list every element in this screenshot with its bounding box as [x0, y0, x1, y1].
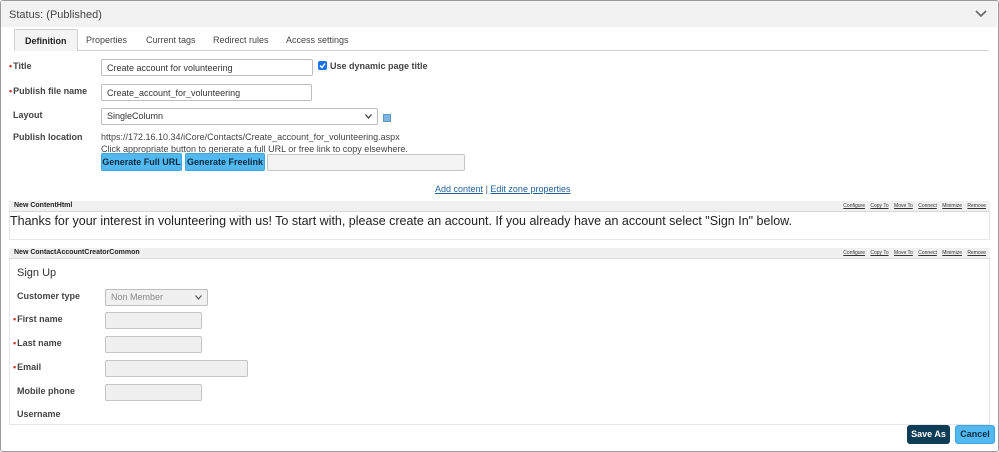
- content-html-header: New ContentHtml Configure Copy To Move T…: [9, 201, 990, 212]
- last-name-label: •Last name: [13, 338, 62, 348]
- checkmark-icon: [319, 63, 326, 69]
- publish-file-input[interactable]: [101, 84, 312, 101]
- zone-links: Add content | Edit zone properties: [435, 184, 570, 194]
- edit-zone-properties-link[interactable]: Edit zone properties: [490, 184, 570, 194]
- layout-preview-icon[interactable]: [383, 114, 391, 122]
- content-html-body: Thanks for your interest in volunteering…: [9, 212, 990, 240]
- first-name-label: •First name: [13, 314, 63, 324]
- account-creator-title: New ContactAccountCreatorCommon: [14, 249, 140, 256]
- copy-to-link[interactable]: Copy To: [870, 203, 888, 209]
- add-content-link[interactable]: Add content: [435, 184, 483, 194]
- publish-file-label: •Publish file name: [9, 86, 88, 96]
- title-label: •Title: [9, 61, 32, 71]
- tab-redirect-rules[interactable]: Redirect rules: [213, 29, 269, 51]
- chevron-down-icon: [365, 114, 372, 119]
- content-html-actions: Configure Copy To Move To Connect Minimi…: [839, 203, 986, 209]
- mobile-phone-label: Mobile phone: [17, 386, 75, 396]
- username-label: Username: [17, 409, 61, 419]
- customer-type-value: Non Member: [111, 292, 164, 302]
- remove-link[interactable]: Remove: [967, 203, 986, 209]
- move-to-link[interactable]: Move To: [894, 250, 913, 256]
- configure-link[interactable]: Configure: [843, 203, 865, 209]
- status-bar: Status: (Published): [1, 1, 997, 27]
- minimize-link[interactable]: Minimize: [942, 203, 962, 209]
- account-creator-actions: Configure Copy To Move To Connect Minimi…: [839, 250, 986, 256]
- layout-select-value: SingleColumn: [107, 111, 164, 121]
- chevron-down-icon[interactable]: [975, 9, 987, 19]
- first-name-input[interactable]: [105, 312, 202, 329]
- dynamic-title-label: Use dynamic page title: [330, 61, 428, 71]
- minimize-link[interactable]: Minimize: [942, 250, 962, 256]
- layout-select[interactable]: SingleColumn: [101, 108, 378, 125]
- move-to-link[interactable]: Move To: [894, 203, 913, 209]
- connect-link[interactable]: Connect: [918, 203, 937, 209]
- generate-freelink-button[interactable]: Generate Freelink: [185, 153, 265, 171]
- generated-link-field[interactable]: [267, 154, 465, 171]
- dynamic-title-checkbox[interactable]: [318, 61, 327, 70]
- publish-location-label: Publish location: [13, 132, 83, 142]
- tab-definition[interactable]: Definition: [14, 29, 78, 51]
- status-text: Status: (Published): [9, 9, 102, 21]
- account-creator-header: New ContactAccountCreatorCommon Configur…: [9, 248, 990, 259]
- configure-link[interactable]: Configure: [843, 250, 865, 256]
- email-label: •Email: [13, 362, 42, 372]
- content-html-title: New ContentHtml: [14, 202, 73, 209]
- layout-label: Layout: [13, 110, 43, 120]
- tab-access-settings[interactable]: Access settings: [286, 29, 349, 51]
- generate-full-url-button[interactable]: Generate Full URL: [101, 153, 182, 171]
- tab-bar: Definition Properties Current tags Redir…: [14, 29, 989, 51]
- customer-type-select[interactable]: Non Member: [105, 289, 208, 306]
- publish-location-url[interactable]: https://172.16.10.34/iCore/Contacts/Crea…: [101, 132, 400, 142]
- tab-current-tags[interactable]: Current tags: [146, 29, 196, 51]
- copy-to-link[interactable]: Copy To: [870, 250, 888, 256]
- connect-link[interactable]: Connect: [918, 250, 937, 256]
- content-html-text: Thanks for your interest in volunteering…: [10, 214, 792, 228]
- customer-type-label: Customer type: [17, 291, 81, 301]
- title-input[interactable]: [101, 59, 313, 76]
- sign-up-heading: Sign Up: [17, 267, 57, 279]
- remove-link[interactable]: Remove: [967, 250, 986, 256]
- mobile-phone-input[interactable]: [105, 384, 202, 401]
- email-input[interactable]: [105, 360, 248, 377]
- last-name-input[interactable]: [105, 336, 202, 353]
- zone-links-separator: |: [485, 184, 488, 194]
- chevron-down-icon: [195, 295, 202, 300]
- cancel-button[interactable]: Cancel: [955, 425, 995, 444]
- tab-properties[interactable]: Properties: [86, 29, 127, 51]
- save-as-button[interactable]: Save As: [907, 425, 950, 444]
